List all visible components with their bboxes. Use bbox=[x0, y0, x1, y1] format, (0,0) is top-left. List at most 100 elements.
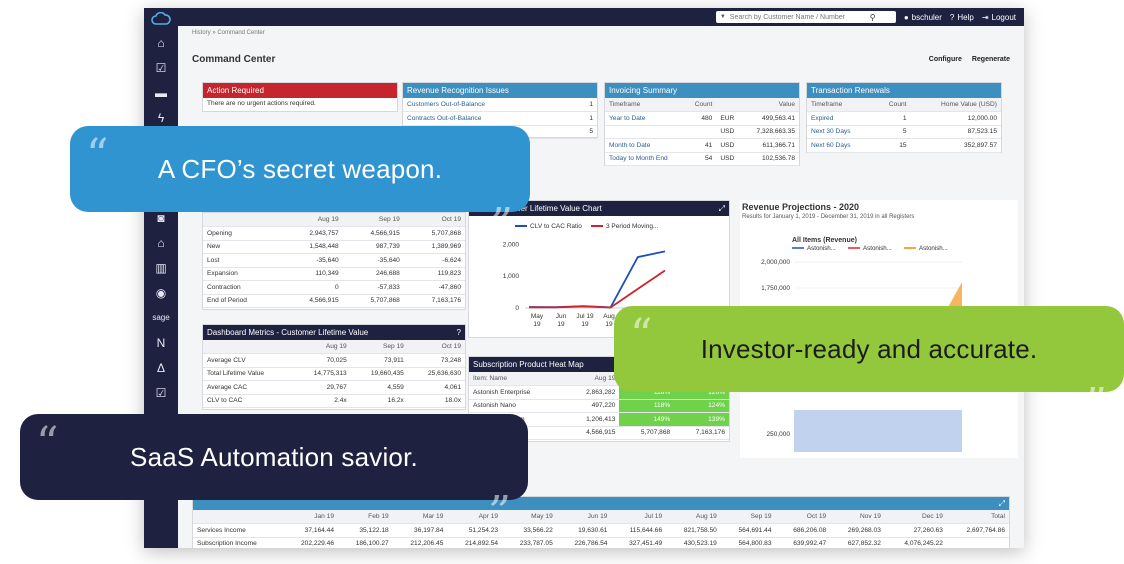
help-circle-icon[interactable]: ? bbox=[457, 328, 461, 337]
help-link[interactable]: ? Help bbox=[950, 13, 974, 22]
cell: 41 bbox=[685, 138, 717, 153]
table-row[interactable]: End of Period 4,566,915 5,707,868 7,163,176 bbox=[203, 294, 465, 308]
home-icon[interactable]: ⌂ bbox=[144, 30, 178, 55]
row-label[interactable]: Customers Out-of-Balance bbox=[403, 98, 576, 112]
table-row[interactable]: Average CLV 70,025 73,911 73,248 bbox=[203, 353, 465, 368]
transaction-renewals-panel: Transaction Renewals Timeframe Count Hom… bbox=[806, 82, 1002, 153]
column-header: Jul 19 bbox=[611, 510, 667, 524]
cell: 5 bbox=[874, 125, 911, 139]
table-cell: 186,100.27 bbox=[338, 537, 393, 548]
y-tick-label: 0 bbox=[515, 305, 519, 312]
checkbox-icon[interactable]: ☑ bbox=[144, 55, 178, 80]
panel-title: Dashboard Metrics - Customer Lifetime Va… bbox=[207, 328, 369, 337]
column-header: Oct 19 bbox=[775, 510, 831, 524]
cell[interactable]: Expired bbox=[807, 111, 875, 126]
table-row[interactable]: Astonish Nano 497,220 118% 124% bbox=[469, 399, 729, 413]
area-series-blue bbox=[794, 410, 962, 460]
table-row[interactable]: Next 60 Days 15 352,897.57 bbox=[807, 138, 1001, 153]
y-tick-label: 1,750,000 bbox=[761, 285, 790, 292]
table-row[interactable]: Services Income 37,164.44 35,122.18 36,197.… bbox=[193, 523, 1009, 538]
bar-chart-icon[interactable]: ▥ bbox=[144, 255, 178, 280]
netsuite-icon[interactable]: N bbox=[144, 330, 178, 355]
table-cell: 7,163,176 bbox=[403, 294, 465, 308]
table-cell: Total Lifetime Value bbox=[203, 367, 294, 381]
table-row[interactable]: Lost -35,640 -35,640 -6,624 bbox=[203, 253, 465, 268]
column-header: Total bbox=[946, 510, 1009, 524]
chevron-down-icon[interactable]: ▼ bbox=[720, 14, 726, 20]
table-cell: 686,206.08 bbox=[775, 523, 831, 538]
page-title: Command Center bbox=[192, 54, 276, 65]
table-cell: 5,707,868 bbox=[403, 226, 465, 241]
column-header: Timeframe bbox=[807, 98, 875, 112]
table-row[interactable]: Contracts Out-of-Balance 1 bbox=[403, 111, 597, 126]
cell: 102,536.78 bbox=[742, 152, 799, 166]
table-header-row: Aug 19 Sep 19 Oct 19 bbox=[203, 213, 465, 227]
column-header: Timeframe bbox=[605, 98, 686, 112]
help-icon: ? bbox=[949, 12, 955, 22]
table-row[interactable]: Today to Month End 54 USD 102,536.78 bbox=[605, 152, 799, 166]
table-cell: 214,892.54 bbox=[447, 537, 503, 548]
checkbox-icon-2[interactable]: ☑ bbox=[144, 380, 178, 405]
table-row[interactable]: Total Lifetime Value 14,775,313 19,660,435… bbox=[203, 367, 465, 381]
cloud-logo-icon[interactable] bbox=[144, 8, 178, 30]
table-row[interactable]: USD 7,328,663.35 bbox=[605, 125, 799, 139]
sidebar-item-sage[interactable]: sage bbox=[144, 305, 178, 330]
table-cell: 226,786.54 bbox=[556, 537, 612, 548]
bank-icon[interactable]: ⌂ bbox=[144, 230, 178, 255]
table-cell: Services Income bbox=[193, 523, 284, 538]
search-input[interactable] bbox=[729, 13, 870, 21]
table-row[interactable]: Year to Date 480 EUR 499,563.41 bbox=[605, 111, 799, 126]
table-cell: 7,163,176 bbox=[674, 426, 729, 440]
regenerate-button[interactable]: Regenerate bbox=[972, 56, 1010, 63]
column-header: Home Value (USD) bbox=[910, 98, 1001, 112]
expand-icon[interactable]: ⤢ bbox=[999, 499, 1005, 509]
table-row[interactable]: Month to Date 41 USD 611,366.71 bbox=[605, 138, 799, 153]
cell[interactable]: Month to Date bbox=[605, 138, 686, 153]
x-tick-label: 19 bbox=[533, 321, 541, 328]
user-menu[interactable]: ● bschuler bbox=[904, 13, 942, 22]
table-cell: New bbox=[203, 240, 282, 254]
invoicing-summary-panel: Invoicing Summary Timeframe Count Value … bbox=[604, 82, 800, 166]
cell[interactable] bbox=[605, 125, 686, 139]
table-row[interactable]: Average CAC 29,767 4,559 4,061 bbox=[203, 380, 465, 395]
table-row[interactable]: Expired 1 12,000.00 bbox=[807, 111, 1001, 126]
table-cell: 212,206.45 bbox=[392, 537, 448, 548]
x-tick-label: 19 bbox=[581, 321, 589, 328]
table-cell: 1,548,448 bbox=[281, 240, 343, 254]
table-cell: 987,739 bbox=[342, 240, 404, 254]
quote-text: SaaS Automation savior. bbox=[130, 441, 418, 472]
cell[interactable]: Next 30 Days bbox=[807, 125, 875, 139]
table-row[interactable]: Subscription Income 202,229.46 186,100.27 2… bbox=[193, 537, 1009, 548]
cell[interactable]: Today to Month End bbox=[605, 152, 686, 166]
money-icon[interactable]: ▬ bbox=[144, 80, 178, 105]
breadcrumb[interactable]: History » Command Center bbox=[192, 30, 1010, 36]
table-row[interactable]: Contraction 0 -57,833 -47,860 bbox=[203, 280, 465, 295]
table-cell: 149% bbox=[619, 412, 675, 427]
table-header-row: Aug 19 Sep 19 Oct 19 bbox=[203, 340, 465, 354]
help-label: Help bbox=[957, 12, 974, 22]
cell: 15 bbox=[874, 138, 911, 153]
column-header bbox=[203, 340, 294, 354]
configure-button[interactable]: Configure bbox=[929, 56, 962, 63]
table-row[interactable]: New 1,548,448 987,739 1,389,969 bbox=[203, 240, 465, 254]
arr-table: Aug 19 Sep 19 Oct 19 Opening 2,943,757 4,5… bbox=[203, 213, 465, 308]
cell[interactable]: Year to Date bbox=[605, 111, 686, 126]
table-row[interactable]: CLV to CAC 2.4x 16.2x 18.0x bbox=[203, 394, 465, 408]
tree-icon[interactable]: Δ bbox=[144, 355, 178, 380]
table-row[interactable]: Customers Out-of-Balance 1 bbox=[403, 98, 597, 112]
table-row[interactable]: Expansion 110,349 246,688 119,823 bbox=[203, 267, 465, 281]
row-label[interactable]: Contracts Out-of-Balance bbox=[403, 111, 576, 126]
search-icon[interactable]: ⚲ bbox=[870, 13, 876, 22]
logout-link[interactable]: ⇥ Logout bbox=[982, 13, 1016, 22]
table-cell: 564,691.44 bbox=[720, 523, 776, 538]
table-row[interactable]: Opening 2,943,757 4,566,915 5,707,868 bbox=[203, 226, 465, 241]
column-header: Aug 19 bbox=[666, 510, 721, 524]
table-cell: 202,229.46 bbox=[283, 537, 339, 548]
table-row[interactable]: Next 30 Days 5 87,523.15 bbox=[807, 125, 1001, 139]
quickbooks-icon[interactable]: ◉ bbox=[144, 280, 178, 305]
search-box[interactable]: ▼ ⚲ bbox=[715, 11, 896, 23]
cell[interactable]: Next 60 Days bbox=[807, 138, 875, 153]
y-tick-label: 2,000,000 bbox=[761, 259, 790, 266]
expand-icon[interactable]: ⤢ bbox=[719, 204, 725, 214]
x-tick-label: May bbox=[531, 313, 544, 320]
